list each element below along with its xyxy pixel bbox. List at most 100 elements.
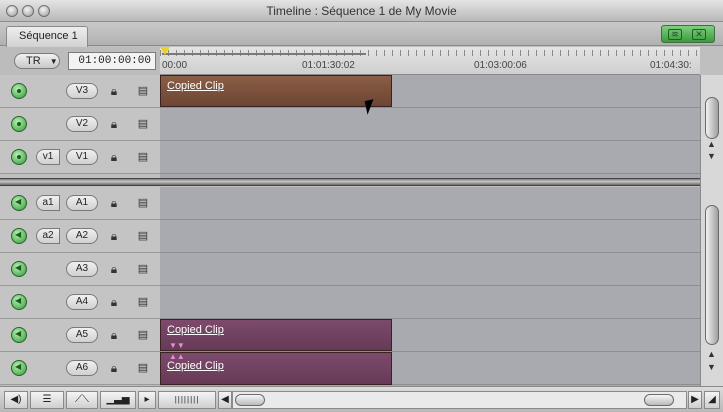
track-height-icon[interactable]: ☰	[30, 391, 64, 409]
scroll-down-arrow-icon[interactable]: ▼	[707, 151, 716, 161]
lock-icon[interactable]: 🔒︎	[108, 294, 120, 310]
track-power-icon[interactable]	[11, 261, 27, 277]
track-power-icon[interactable]	[11, 116, 27, 132]
audio-scroll-thumb[interactable]	[705, 205, 719, 345]
source-control-a2[interactable]: a2	[36, 228, 60, 244]
track-visibility-icon[interactable]: ▤	[136, 328, 150, 342]
window-titlebar: Timeline : Séquence 1 de My Movie	[0, 0, 723, 22]
dest-control-v3[interactable]: V3	[66, 83, 98, 99]
current-timecode-field[interactable]: 01:00:00:00	[68, 52, 156, 70]
track-visibility-icon[interactable]: ▤	[136, 229, 150, 243]
dest-control-a5[interactable]: A5	[66, 327, 98, 343]
dest-control-a6[interactable]: A6	[66, 360, 98, 376]
track-power-icon[interactable]	[11, 228, 27, 244]
dest-control-a3[interactable]: A3	[66, 261, 98, 277]
track-header-v2: V2 🔒︎ ▤	[0, 108, 160, 141]
audio-clip[interactable]: ▲▲ Copied Clip	[160, 352, 392, 385]
track-size-icon[interactable]: ▁▃▅	[100, 391, 136, 409]
lock-icon[interactable]: 🔒︎	[108, 327, 120, 343]
horizontal-scrollbar[interactable]	[232, 391, 687, 409]
ruler-label: 00:00	[162, 60, 188, 71]
video-clip[interactable]: Copied Clip	[160, 75, 392, 107]
lock-icon[interactable]: 🔒︎	[108, 228, 120, 244]
in-out-range-bar	[162, 53, 366, 55]
source-control-a1[interactable]: a1	[36, 195, 60, 211]
scroll-left-arrow-icon[interactable]: ◀	[218, 391, 232, 409]
snapping-toggle-icon[interactable]: ✕	[692, 29, 706, 40]
zoom-slider[interactable]: ||||||||	[158, 391, 216, 409]
dest-control-a2[interactable]: A2	[66, 228, 98, 244]
mode-popup[interactable]: TR ▼	[14, 53, 60, 69]
audio-track-area[interactable]: Copied Clip ▼▼ ▲▲ Copied Clip	[160, 187, 700, 386]
track-visibility-icon[interactable]: ▤	[136, 295, 150, 309]
track-visibility-icon[interactable]: ▤	[136, 196, 150, 210]
track-header-a6: A6 🔒︎ ▤	[0, 352, 160, 385]
clip-overlay-toggle[interactable]: ≋ ✕	[661, 25, 715, 43]
video-audio-divider[interactable]	[0, 178, 700, 186]
track-lane-a6[interactable]: ▲▲ Copied Clip	[160, 352, 700, 385]
track-visibility-icon[interactable]: ▤	[136, 117, 150, 131]
track-visibility-icon[interactable]: ▤	[136, 84, 150, 98]
mode-label: TR	[26, 55, 41, 67]
track-visibility-icon[interactable]: ▤	[136, 361, 150, 375]
scroll-right-arrow-icon[interactable]: ▶	[688, 391, 702, 409]
track-header-a5: A5 🔒︎ ▤	[0, 319, 160, 352]
tab-sequence-1[interactable]: Séquence 1	[6, 26, 88, 47]
track-lane-a2[interactable]	[160, 220, 700, 253]
track-power-icon[interactable]	[11, 294, 27, 310]
track-header-a1: a1 A1 🔒︎ ▤	[0, 187, 160, 220]
track-lane-v2[interactable]	[160, 108, 700, 141]
track-lane-v3[interactable]: Copied Clip	[160, 75, 700, 108]
track-lane-v1[interactable]	[160, 141, 700, 174]
dest-control-v1[interactable]: V1	[66, 149, 98, 165]
track-power-icon[interactable]	[11, 83, 27, 99]
keyframe-overlay-icon[interactable]: ⟋⟍	[66, 391, 98, 409]
timeline-ruler[interactable]: 00:00 01:01:30:02 01:03:00:06 01:04:30:	[160, 47, 700, 75]
lock-icon[interactable]: 🔒︎	[108, 83, 120, 99]
track-lane-a1[interactable]	[160, 187, 700, 220]
track-power-icon[interactable]	[11, 360, 27, 376]
ruler-label: 01:03:00:06	[474, 60, 527, 71]
timeline-controls: TR ▼ 01:00:00:00	[0, 47, 160, 75]
link-marker-icon: ▼▼	[169, 341, 185, 350]
scroll-down-arrow-icon[interactable]: ▼	[707, 362, 716, 372]
track-power-icon[interactable]	[11, 327, 27, 343]
track-header-a4: A4 🔒︎ ▤	[0, 286, 160, 319]
track-power-icon[interactable]	[11, 149, 27, 165]
lock-icon[interactable]: 🔒︎	[108, 360, 120, 376]
audio-levels-icon[interactable]: ◀︎)	[4, 391, 28, 409]
track-lane-a4[interactable]	[160, 286, 700, 319]
timeline-bottom-bar: ◀︎) ☰ ⟋⟍ ▁▃▅ ▸ |||||||| ◀ ▶ ◢	[0, 386, 723, 412]
vertical-scrollbar[interactable]: ▲ ▼ ▲ ▼	[700, 75, 723, 387]
sequence-tab-strip: Séquence 1 ≋ ✕	[0, 22, 723, 47]
track-lane-a3[interactable]	[160, 253, 700, 286]
resize-grip-icon[interactable]: ◢	[704, 391, 720, 409]
audio-clip[interactable]: Copied Clip ▼▼	[160, 319, 392, 351]
playhead-icon[interactable]	[160, 47, 170, 55]
track-lane-a5[interactable]: Copied Clip ▼▼	[160, 319, 700, 352]
scroll-up-arrow-icon[interactable]: ▲	[707, 139, 716, 149]
track-header-v1: v1 V1 🔒︎ ▤	[0, 141, 160, 174]
video-track-area[interactable]: Copied Clip	[160, 75, 700, 178]
dest-control-v2[interactable]: V2	[66, 116, 98, 132]
lock-icon[interactable]: 🔒︎	[108, 116, 120, 132]
video-scroll-thumb[interactable]	[705, 97, 719, 139]
track-header-a3: A3 🔒︎ ▤	[0, 253, 160, 286]
horizontal-scroll-thumb-left[interactable]	[235, 394, 265, 406]
track-power-icon[interactable]	[11, 195, 27, 211]
lock-icon[interactable]: 🔒︎	[108, 261, 120, 277]
clip-name: Copied Clip	[167, 324, 224, 336]
lock-icon[interactable]: 🔒︎	[108, 149, 120, 165]
clip-name: Copied Clip	[167, 360, 224, 372]
dest-control-a4[interactable]: A4	[66, 294, 98, 310]
scroll-up-arrow-icon[interactable]: ▲	[707, 349, 716, 359]
lock-icon[interactable]: 🔒︎	[108, 195, 120, 211]
clip-name: Copied Clip	[167, 80, 224, 92]
track-visibility-icon[interactable]: ▤	[136, 150, 150, 164]
waveform-toggle-icon[interactable]: ≋	[668, 29, 682, 40]
dest-control-a1[interactable]: A1	[66, 195, 98, 211]
expand-arrow-icon[interactable]: ▸	[138, 391, 156, 409]
horizontal-scroll-thumb-right[interactable]	[644, 394, 674, 406]
source-control-v1[interactable]: v1	[36, 149, 60, 165]
track-visibility-icon[interactable]: ▤	[136, 262, 150, 276]
